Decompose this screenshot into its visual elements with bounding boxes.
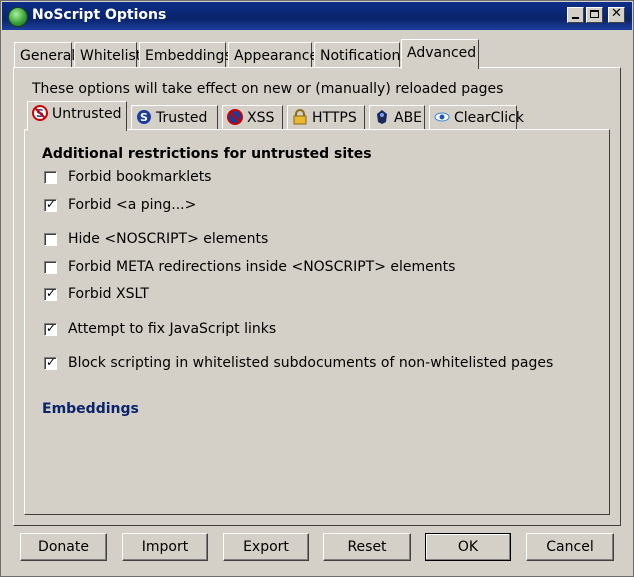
xss-icon [227,109,243,125]
subtab-clearclick-label: ClearClick [454,110,524,126]
reload-notice: These options will take effect on new or… [32,81,504,97]
noscript-globe-icon [8,7,28,27]
cancel-button[interactable]: Cancel [526,533,614,561]
checkmark-icon: ✓ [46,355,57,369]
subtab-untrusted-label: Untrusted [52,106,122,122]
import-button[interactable]: Import [122,533,208,561]
reset-button[interactable]: Reset [323,533,411,561]
subtab-clearclick[interactable]: ClearClick [429,105,524,129]
maximize-button[interactable] [586,7,603,23]
subtab-trusted[interactable]: S Trusted [131,105,218,129]
option-label: Forbid META redirections inside <NOSCRIP… [68,259,456,275]
noscript-options-window: NoScript Options ✕ General Whitelist Emb… [0,0,634,577]
lock-icon [292,109,308,125]
block-subdocument-scripting-checkbox[interactable]: ✓ [44,355,57,370]
option-label: Attempt to fix JavaScript links [68,321,277,337]
close-icon: ✕ [611,6,622,21]
option-label: Forbid <a ping...> [68,197,197,213]
minimize-icon [572,17,579,19]
tab-whitelist[interactable]: Whitelist [74,42,141,67]
donate-button[interactable]: Donate [20,533,107,561]
svg-text:S: S [140,111,148,124]
tab-general[interactable]: General [14,42,75,67]
abe-icon [374,109,390,125]
subtab-https-label: HTTPS [312,110,357,126]
minimize-button[interactable] [567,7,584,23]
restrictions-heading: Additional restrictions for untrusted si… [42,146,372,162]
tab-embeddings[interactable]: Embeddings [139,42,232,67]
subtab-untrusted[interactable]: S Untrusted [27,101,127,131]
hide-noscript-checkbox[interactable] [44,233,57,246]
close-button[interactable]: ✕ [608,7,625,23]
checkmark-icon: ✓ [46,197,57,211]
export-button[interactable]: Export [223,533,309,561]
forbid-a-ping-checkbox[interactable]: ✓ [44,197,57,212]
tab-notifications[interactable]: Notifications [314,42,408,67]
subtab-abe-label: ABE [394,110,423,126]
option-label: Forbid bookmarklets [68,169,212,185]
forbid-bookmarklets-checkbox[interactable] [44,171,57,184]
checkmark-icon: ✓ [46,321,57,335]
forbid-xslt-checkbox[interactable]: ✓ [44,286,57,301]
checkmark-icon: ✓ [46,286,57,300]
fix-javascript-links-checkbox[interactable]: ✓ [44,321,57,336]
option-label: Forbid XSLT [68,286,149,302]
window-title: NoScript Options [32,7,167,23]
subtab-https[interactable]: HTTPS [287,105,365,129]
embeddings-section-heading[interactable]: Embeddings [42,401,139,417]
tab-appearance[interactable]: Appearance [228,42,318,67]
subtab-trusted-label: Trusted [156,110,208,126]
eye-icon [434,109,450,125]
subtab-abe[interactable]: ABE [369,105,425,129]
tab-advanced[interactable]: Advanced [401,39,479,69]
ok-button[interactable]: OK [425,533,511,561]
trusted-icon: S [136,109,152,125]
option-label: Block scripting in whitelisted subdocume… [68,355,554,371]
untrusted-icon: S [32,105,48,121]
title-bar[interactable]: NoScript Options ✕ [2,2,632,30]
maximize-icon [590,10,599,18]
option-label: Hide <NOSCRIPT> elements [68,231,269,247]
subtab-xss[interactable]: XSS [222,105,283,129]
forbid-meta-redirections-checkbox[interactable] [44,261,57,274]
subtab-xss-label: XSS [247,110,275,126]
